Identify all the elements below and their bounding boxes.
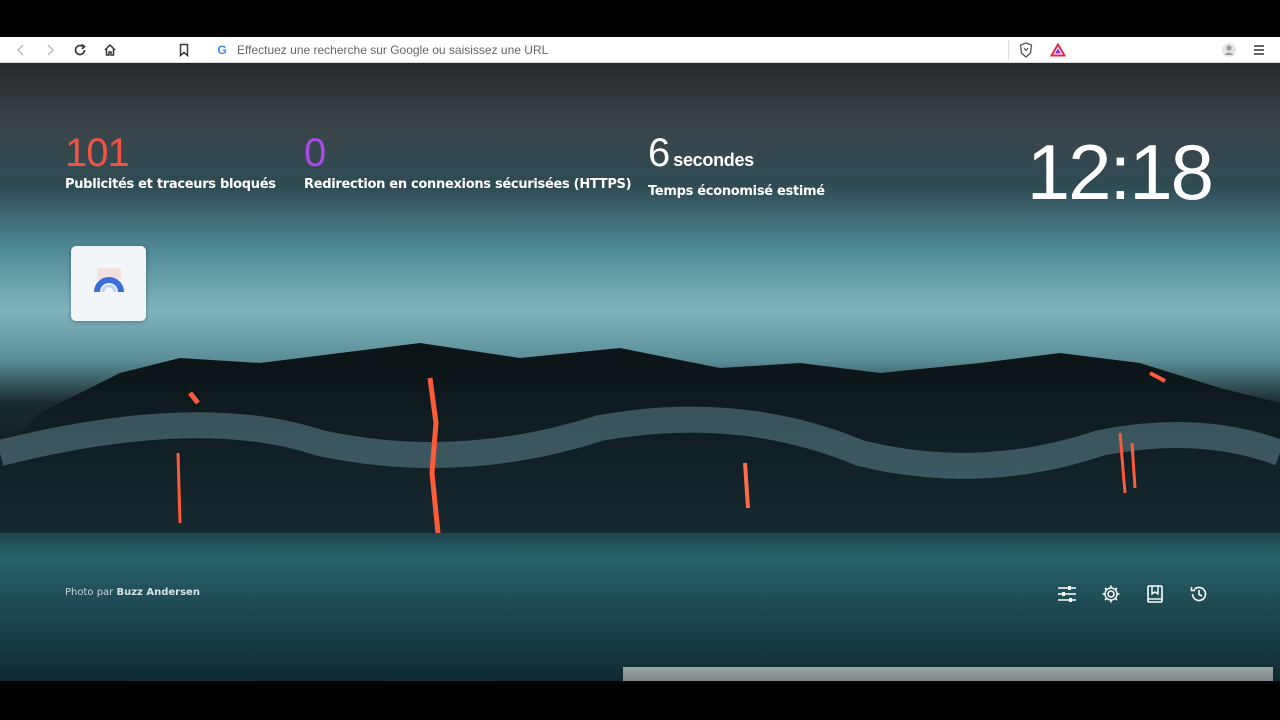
back-arrow-icon [16, 44, 24, 56]
home-icon [104, 43, 116, 56]
address-bar[interactable]: G [210, 37, 1005, 63]
bookmark-button[interactable] [173, 37, 195, 63]
menu-button[interactable] [1248, 37, 1270, 63]
history-icon [1190, 586, 1207, 602]
brave-shields-button[interactable] [1015, 37, 1037, 63]
new-tab-page: 101 Publicités et traceurs bloqués 0 Red… [0, 63, 1280, 681]
stat-time-saved: 6 secondes Temps économisé estimé [648, 133, 825, 199]
gear-icon [1102, 585, 1120, 603]
bookmarks-button[interactable] [1140, 582, 1170, 606]
reload-icon [74, 43, 86, 56]
photo-credit-prefix: Photo par [65, 587, 114, 598]
https-upgrades-label: Redirection en connexions sécurisées (HT… [304, 177, 632, 192]
site-favicon-icon [93, 267, 124, 292]
brave-shield-icon [1019, 42, 1033, 58]
menu-icon [1254, 45, 1264, 55]
sliders-icon [1058, 586, 1076, 602]
ads-trackers-blocked-label: Publicités et traceurs bloqués [65, 177, 276, 192]
profile-icon [1222, 43, 1236, 57]
settings-button[interactable] [1096, 582, 1126, 606]
reload-button[interactable] [69, 37, 91, 63]
time-saved-label: Temps économisé estimé [648, 184, 825, 199]
https-upgrades-count: 0 [304, 131, 326, 175]
top-site-tile[interactable] [71, 246, 146, 321]
letterbox-top [0, 0, 1280, 37]
time-saved-value: 6 secondes [648, 133, 825, 180]
photo-credit-author[interactable]: Buzz Andersen [116, 587, 199, 598]
forward-button[interactable] [39, 37, 61, 63]
browser-toolbar: G [0, 37, 1280, 63]
toolbar-divider [1008, 40, 1009, 60]
ads-trackers-blocked-count: 101 [65, 131, 130, 175]
bottom-overlay-strip [623, 667, 1273, 681]
letterbox-bottom [0, 681, 1280, 720]
time-saved-number: 6 [648, 131, 670, 175]
google-icon: G [217, 43, 227, 57]
background-photo-lava-coast [0, 343, 1280, 534]
clock: 12:18 [1026, 128, 1214, 216]
back-button[interactable] [10, 37, 32, 63]
home-button[interactable] [99, 37, 121, 63]
bookmarks-icon [1147, 585, 1163, 603]
customize-button[interactable] [1052, 582, 1082, 606]
history-button[interactable] [1184, 582, 1214, 606]
address-input[interactable] [237, 40, 937, 60]
brave-rewards-button[interactable] [1047, 37, 1069, 63]
time-saved-unit: secondes [673, 150, 754, 170]
brave-rewards-icon [1050, 43, 1066, 57]
ntp-action-bar [1052, 582, 1214, 606]
stat-https-upgrades: 0 Redirection en connexions sécurisées (… [304, 131, 632, 192]
profile-button[interactable] [1218, 37, 1240, 63]
forward-arrow-icon [47, 44, 55, 56]
bookmark-icon [179, 43, 189, 57]
stat-ads-trackers-blocked: 101 Publicités et traceurs bloqués [65, 133, 276, 192]
photo-credit[interactable]: Photo par Buzz Andersen [65, 587, 200, 598]
